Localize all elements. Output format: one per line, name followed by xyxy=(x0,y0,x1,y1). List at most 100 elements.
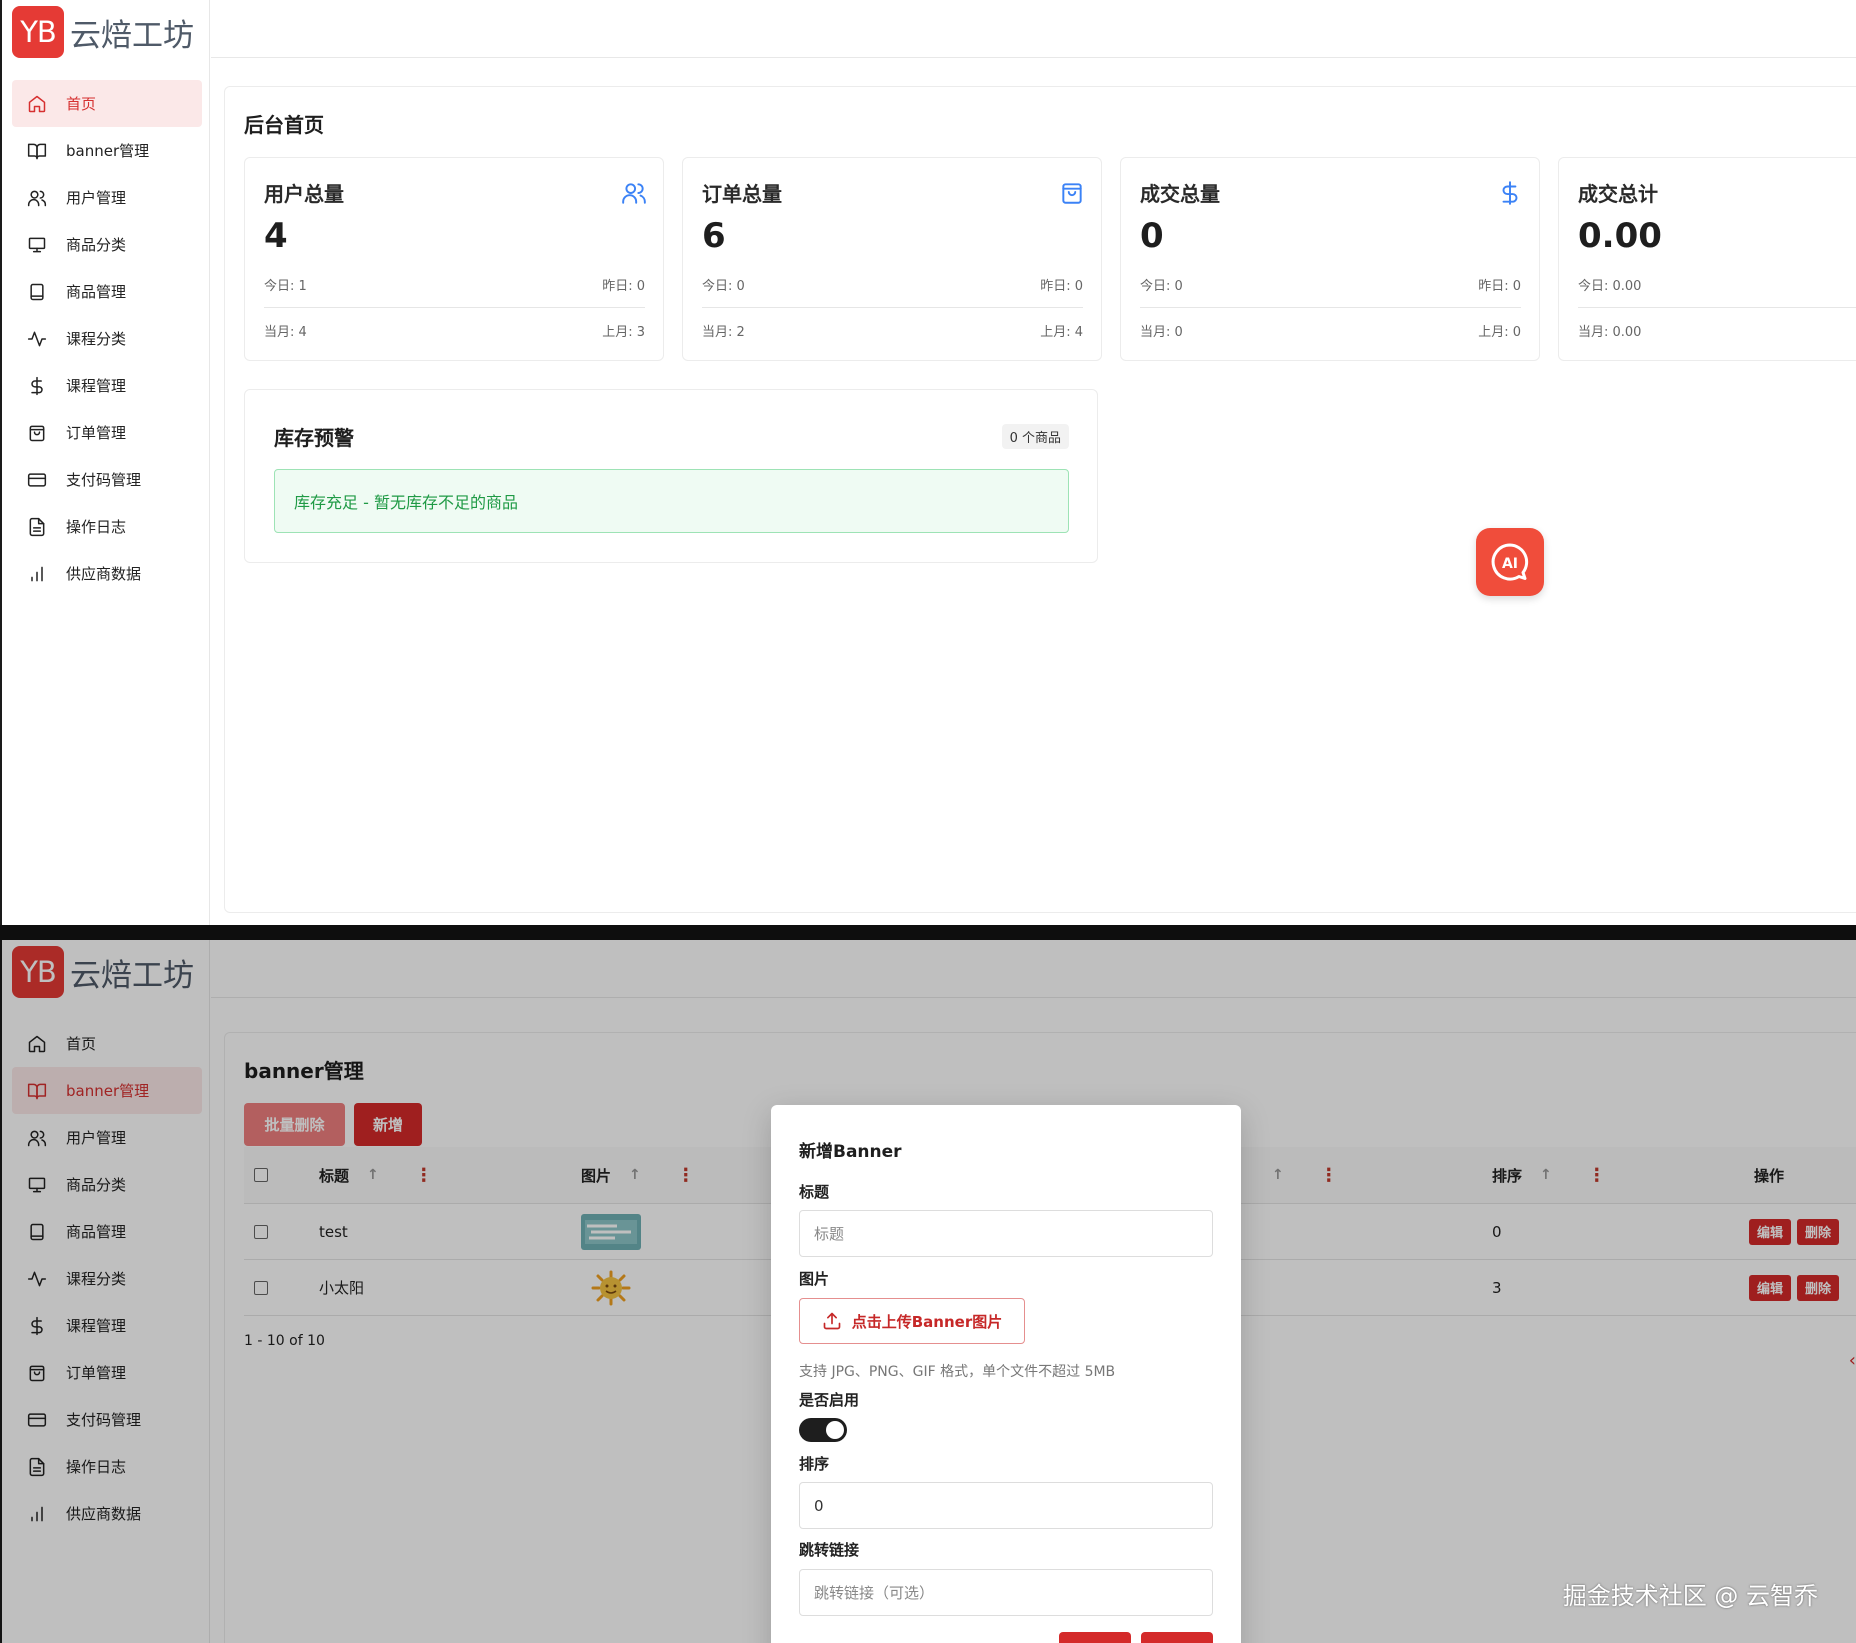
sidebar-nav: 首页 banner管理 用户管理 商品分类 商品管理 课程分类 课程管理 订单管… xyxy=(12,80,202,597)
stock-title: 库存预警 xyxy=(274,426,354,450)
stat-daily-row: 今日: 0 昨日: 0 xyxy=(702,275,1083,294)
stat-value: 6 xyxy=(702,216,726,256)
stat-last-month: 上月: 0 xyxy=(1478,325,1521,340)
sidebar-item-label: 用户管理 xyxy=(66,189,127,207)
upload-icon xyxy=(823,1312,841,1330)
sidebar-item-product-category[interactable]: 商品分类 xyxy=(12,221,202,268)
stat-yesterday: 昨日: 0 xyxy=(602,279,645,294)
sidebar-item-label: 支付码管理 xyxy=(66,471,142,489)
stat-card-deals: 成交总量 0 今日: 0 昨日: 0 当月: 0 上月: 0 xyxy=(1120,157,1540,361)
stock-warning-card: 库存预警 0 个商品 库存充足 - 暂无库存不足的商品 xyxy=(244,389,1098,563)
order-input[interactable] xyxy=(799,1482,1213,1529)
upload-banner-button[interactable]: 点击上传Banner图片 xyxy=(799,1298,1025,1344)
brand-logo[interactable]: YB 云焙工坊 xyxy=(12,6,194,58)
home-icon xyxy=(26,93,48,115)
stat-daily-row: 今日: 1 昨日: 0 xyxy=(264,275,645,294)
page-title: 后台首页 xyxy=(244,113,324,137)
sidebar-item-label: 商品管理 xyxy=(66,283,127,301)
stat-label: 订单总量 xyxy=(702,182,782,206)
ai-label: AI xyxy=(1502,556,1518,572)
logo-badge: YB xyxy=(12,6,64,58)
sidebar-item-label: 供应商数据 xyxy=(66,565,142,583)
upload-label: 点击上传Banner图片 xyxy=(851,1312,1003,1331)
stat-today: 今日: 0.00 xyxy=(1578,279,1642,294)
stat-yesterday: 昨日: 0 xyxy=(1478,279,1521,294)
stat-yesterday: 昨日: 0 xyxy=(1040,279,1083,294)
dollar-icon xyxy=(26,375,48,397)
monitor-icon xyxy=(26,234,48,256)
image-field-label: 图片 xyxy=(799,1270,830,1288)
shopping-bag-icon xyxy=(1059,180,1085,206)
stat-value: 4 xyxy=(264,216,288,256)
divider xyxy=(1140,307,1521,308)
ai-assistant-button[interactable]: AI xyxy=(1476,528,1544,596)
stat-month: 当月: 0.00 xyxy=(1578,325,1642,340)
enabled-field-label: 是否启用 xyxy=(799,1391,860,1409)
link-field-label: 跳转链接 xyxy=(799,1541,860,1559)
stock-ok-alert: 库存充足 - 暂无库存不足的商品 xyxy=(274,469,1069,533)
file-text-icon xyxy=(26,516,48,538)
activity-icon xyxy=(26,328,48,350)
stat-label: 用户总量 xyxy=(264,182,344,206)
stat-daily-row: 今日: 0 昨日: 0 xyxy=(1140,275,1521,294)
divider xyxy=(1578,307,1856,308)
sidebar-item-label: 操作日志 xyxy=(66,518,127,536)
stat-today: 今日: 0 xyxy=(1140,279,1183,294)
stat-month: 当月: 2 xyxy=(702,325,745,340)
users-icon xyxy=(26,187,48,209)
dashboard-content: 后台首页 用户总量 4 今日: 1 昨日: 0 当月: 4 上月: 3 订单总量 6… xyxy=(224,86,1856,913)
brand-name: 云焙工坊 xyxy=(70,17,194,54)
watermark: 掘金技术社区 @ 云智乔 xyxy=(1562,1582,1818,1610)
stat-monthly-row: 当月: 2 上月: 4 xyxy=(702,321,1083,340)
topbar xyxy=(211,0,1856,58)
sidebar-item-label: 课程管理 xyxy=(66,377,127,395)
tablet-icon xyxy=(26,281,48,303)
stat-label: 成交总计 xyxy=(1578,182,1658,206)
sidebar-item-supplier-data[interactable]: 供应商数据 xyxy=(12,550,202,597)
sidebar-item-label: banner管理 xyxy=(66,142,150,160)
order-field-label: 排序 xyxy=(799,1455,830,1473)
sidebar-item-banner[interactable]: banner管理 xyxy=(12,127,202,174)
credit-card-icon xyxy=(26,469,48,491)
sidebar-item-users[interactable]: 用户管理 xyxy=(12,174,202,221)
bar-chart-icon xyxy=(26,563,48,585)
stat-card-orders: 订单总量 6 今日: 0 昨日: 0 当月: 2 上月: 4 xyxy=(682,157,1102,361)
title-input[interactable] xyxy=(799,1210,1213,1257)
dashboard-screen: YB 云焙工坊 首页 banner管理 用户管理 商品分类 商品管理 课程分类 … xyxy=(0,0,1856,925)
stat-today: 今日: 1 xyxy=(264,279,307,294)
add-banner-dialog: 新增Banner 标题 图片 点击上传Banner图片 支持 JPG、PNG、G… xyxy=(771,1105,1241,1643)
sidebar-item-course-category[interactable]: 课程分类 xyxy=(12,315,202,362)
stat-value: 0.00 xyxy=(1578,216,1662,256)
stat-month: 当月: 4 xyxy=(264,325,307,340)
divider xyxy=(702,307,1083,308)
sidebar-item-home[interactable]: 首页 xyxy=(12,80,202,127)
stat-label: 成交总量 xyxy=(1140,182,1220,206)
enabled-toggle[interactable] xyxy=(799,1418,847,1442)
sidebar-item-courses[interactable]: 课程管理 xyxy=(12,362,202,409)
submit-button[interactable] xyxy=(1141,1632,1213,1643)
sidebar-item-label: 首页 xyxy=(66,95,97,113)
dollar-icon xyxy=(1497,180,1523,206)
cancel-button[interactable] xyxy=(1059,1632,1131,1643)
stat-today: 今日: 0 xyxy=(702,279,745,294)
stock-count-badge: 0 个商品 xyxy=(1001,424,1069,449)
sidebar-item-label: 课程分类 xyxy=(66,330,127,348)
stat-month: 当月: 0 xyxy=(1140,325,1183,340)
sidebar-item-products[interactable]: 商品管理 xyxy=(12,268,202,315)
upload-hint: 支持 JPG、PNG、GIF 格式，单个文件不超过 5MB xyxy=(799,1364,1116,1380)
dialog-title: 新增Banner xyxy=(799,1142,902,1162)
stat-monthly-row: 当月: 4 上月: 3 xyxy=(264,321,645,340)
stat-last-month: 上月: 4 xyxy=(1040,325,1083,340)
link-input[interactable] xyxy=(799,1569,1213,1616)
sidebar-item-orders[interactable]: 订单管理 xyxy=(12,409,202,456)
sidebar-item-logs[interactable]: 操作日志 xyxy=(12,503,202,550)
book-icon xyxy=(26,140,48,162)
users-icon xyxy=(621,180,647,206)
sidebar-item-payment-codes[interactable]: 支付码管理 xyxy=(12,456,202,503)
stat-card-users: 用户总量 4 今日: 1 昨日: 0 当月: 4 上月: 3 xyxy=(244,157,664,361)
sidebar-item-label: 订单管理 xyxy=(66,424,127,442)
divider xyxy=(264,307,645,308)
shopping-bag-icon xyxy=(26,422,48,444)
title-field-label: 标题 xyxy=(799,1183,830,1201)
screenshot-separator xyxy=(0,925,1856,940)
